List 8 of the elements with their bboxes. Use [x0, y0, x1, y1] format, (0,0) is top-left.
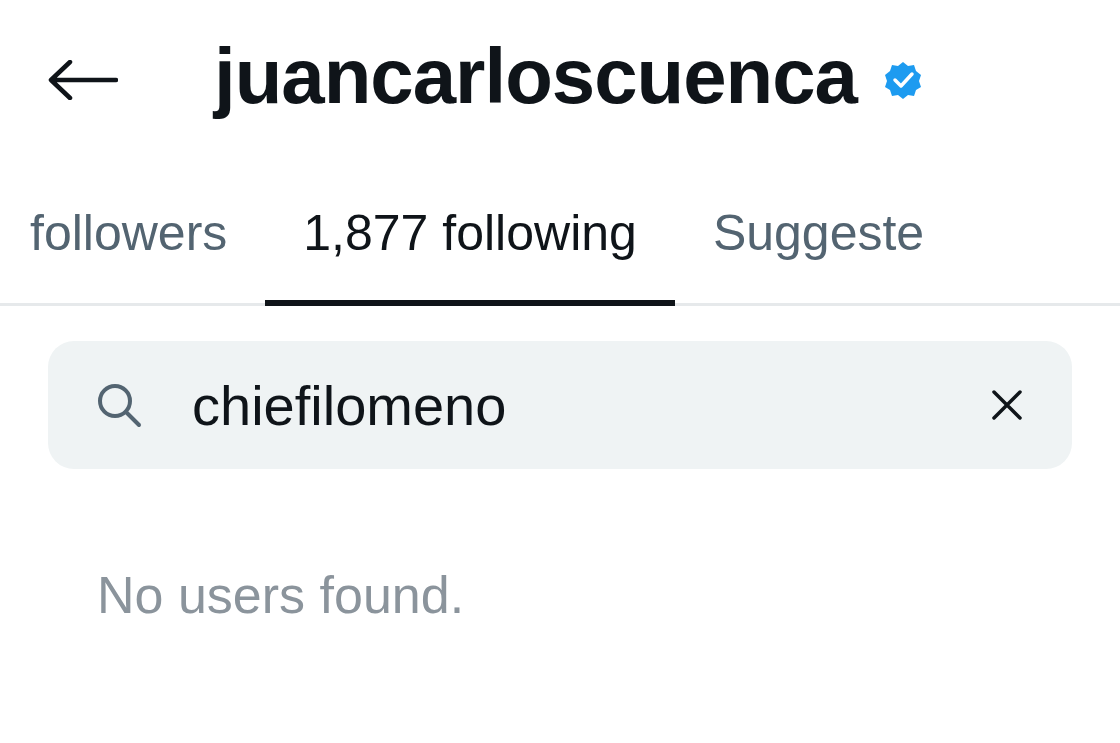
clear-icon[interactable]	[991, 389, 1023, 421]
empty-message: No users found.	[97, 565, 466, 625]
search-field[interactable]: chiefilomeno	[48, 341, 1072, 469]
back-arrow-icon[interactable]	[48, 60, 118, 100]
tab[interactable]: 1,877 following	[265, 160, 675, 306]
tab[interactable]: Suggeste	[674, 160, 963, 306]
tab[interactable]: followers	[0, 160, 266, 306]
profile-name: juancarloscuenca	[214, 37, 857, 122]
